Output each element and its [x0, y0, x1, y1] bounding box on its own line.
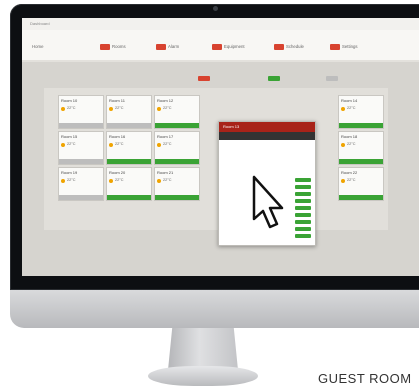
app-title: Dashboard [30, 21, 50, 26]
popup-toggle-button[interactable] [295, 199, 311, 203]
nav-item-settings[interactable]: Settings [330, 44, 358, 50]
monitor-screen: Dashboard Home Rooms Alarm Equipment Sch… [22, 18, 419, 276]
room-card[interactable]: Room 15 22°C [58, 131, 104, 165]
camera-icon [213, 6, 218, 11]
rooms-icon [100, 44, 110, 50]
nav-item-home[interactable]: Home [32, 44, 43, 49]
room-card[interactable]: Room 10 22°C [58, 95, 104, 129]
popup-toggle-button[interactable] [295, 192, 311, 196]
monitor-stand-base [148, 366, 258, 386]
popup-title: Room 13 [219, 122, 315, 132]
nav-item-equipment[interactable]: Equipment [212, 44, 245, 50]
popup-toggle-button[interactable] [295, 227, 311, 231]
schedule-icon [274, 44, 284, 50]
room-card[interactable]: Room 14 22°C [338, 95, 384, 129]
equipment-icon [212, 44, 222, 50]
alarm-icon [156, 44, 166, 50]
popup-toggle-button[interactable] [295, 178, 311, 182]
caption-text: GUEST ROOM [318, 371, 412, 386]
room-card[interactable]: Room 20 22°C [106, 167, 152, 201]
room-board: Room 10 22°C Room 11 22°C Room 12 22°C Room… [44, 88, 388, 230]
monitor-stand-neck [168, 328, 238, 370]
room-card[interactable]: Room 11 22°C [106, 95, 152, 129]
legend-item-occupied [198, 76, 212, 82]
popup-toggle-button[interactable] [295, 206, 311, 210]
legend-item-ready [268, 76, 282, 82]
nav-item-rooms[interactable]: Rooms [100, 44, 126, 50]
nav-item-alarm[interactable]: Alarm [156, 44, 179, 50]
nav-item-schedule[interactable]: Schedule [274, 44, 304, 50]
room-card[interactable]: Room 12 22°C [154, 95, 200, 129]
room-card[interactable]: Room 17 22°C [154, 131, 200, 165]
room-card[interactable]: Room 21 22°C [154, 167, 200, 201]
room-card[interactable]: Room 22 22°C [338, 167, 384, 201]
monitor-chin [10, 290, 419, 328]
legend-item-idle [326, 76, 340, 82]
settings-icon [330, 44, 340, 50]
popup-toggle-button[interactable] [295, 185, 311, 189]
popup-toggle-button[interactable] [295, 213, 311, 217]
room-card[interactable]: Room 18 22°C [338, 131, 384, 165]
popup-toggle-button[interactable] [295, 234, 311, 238]
room-card[interactable]: Room 19 22°C [58, 167, 104, 201]
mouse-pointer-icon [252, 175, 284, 229]
popup-subtitle [219, 132, 315, 140]
main-nav: Home Rooms Alarm Equipment Schedule Sett… [22, 30, 419, 62]
popup-toggle-button[interactable] [295, 220, 311, 224]
room-card[interactable]: Room 16 22°C [106, 131, 152, 165]
